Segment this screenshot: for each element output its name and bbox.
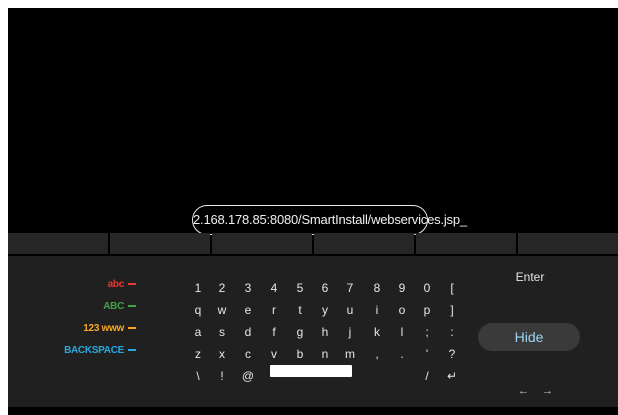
color-bar-icon (128, 327, 136, 330)
key[interactable]: q (186, 302, 210, 318)
key[interactable]: 8 (365, 280, 389, 296)
key[interactable]: 7 (338, 280, 362, 296)
key[interactable]: p (415, 302, 439, 318)
suggestion-slot[interactable] (518, 233, 618, 254)
key[interactable]: n (313, 346, 337, 362)
key[interactable]: i (365, 302, 389, 318)
key[interactable]: [ (440, 280, 464, 296)
key[interactable]: 2 (210, 280, 234, 296)
key[interactable]: : (440, 324, 464, 340)
color-bar-icon (128, 349, 136, 352)
suggestion-slot[interactable] (416, 233, 516, 254)
key[interactable]: ] (440, 302, 464, 318)
key[interactable]: u (338, 302, 362, 318)
key[interactable]: 3 (236, 280, 260, 296)
key[interactable]: / (415, 368, 439, 384)
key[interactable]: ? (440, 346, 464, 362)
mode-key-abc[interactable]: abc (108, 279, 136, 290)
key[interactable]: x (210, 346, 234, 362)
key[interactable]: b (288, 346, 312, 362)
key[interactable]: ; (415, 324, 439, 340)
color-bar-icon (128, 283, 136, 286)
key[interactable]: a (186, 324, 210, 340)
mode-label: ABC (103, 301, 124, 312)
color-bar-icon (128, 305, 136, 308)
key[interactable]: t (288, 302, 312, 318)
key[interactable]: \ (186, 368, 210, 384)
space-key[interactable] (270, 365, 352, 377)
key[interactable]: @ (236, 368, 260, 384)
hide-keyboard-button[interactable]: Hide (478, 323, 580, 351)
suggestion-slot[interactable] (212, 233, 312, 254)
url-input[interactable]: 2.168.178.85:8080/SmartInstall/webservic… (192, 205, 467, 235)
key[interactable]: k (365, 324, 389, 340)
key[interactable]: 6 (313, 280, 337, 296)
left-arrow-icon[interactable]: ← (518, 385, 529, 397)
key[interactable]: v (262, 346, 286, 362)
key[interactable]: 5 (288, 280, 312, 296)
enter-key[interactable]: Enter (500, 270, 560, 284)
key[interactable]: e (236, 302, 260, 318)
key[interactable]: z (186, 346, 210, 362)
key[interactable]: 4 (262, 280, 286, 296)
mode-key-backspace[interactable]: BACKSPACE (64, 345, 136, 356)
mode-label: 123 www (83, 323, 124, 334)
key[interactable]: ↵ (440, 368, 464, 384)
suggestion-slot[interactable] (110, 233, 210, 254)
mode-key-ABC[interactable]: ABC (103, 301, 136, 312)
key[interactable]: l (390, 324, 414, 340)
key[interactable]: y (313, 302, 337, 318)
right-arrow-icon[interactable]: → (542, 385, 553, 397)
suggestion-slot[interactable] (314, 233, 414, 254)
key[interactable]: w (210, 302, 234, 318)
key[interactable]: s (210, 324, 234, 340)
key[interactable]: c (236, 346, 260, 362)
mode-label: BACKSPACE (64, 345, 124, 356)
key[interactable]: d (236, 324, 260, 340)
key[interactable]: h (313, 324, 337, 340)
key[interactable]: 1 (186, 280, 210, 296)
key[interactable]: . (390, 346, 414, 362)
mode-label: abc (107, 279, 125, 290)
key[interactable]: o (390, 302, 414, 318)
mode-key-123-www[interactable]: 123 www (83, 323, 136, 334)
key[interactable]: r (262, 302, 286, 318)
key[interactable]: ! (210, 368, 234, 384)
key[interactable]: f (262, 324, 286, 340)
key[interactable]: 9 (390, 280, 414, 296)
suggestion-bar (8, 233, 618, 254)
key[interactable]: ' (415, 346, 439, 362)
key[interactable]: j (338, 324, 362, 340)
suggestion-slot[interactable] (8, 233, 108, 254)
key[interactable]: g (288, 324, 312, 340)
key[interactable]: 0 (415, 280, 439, 296)
key[interactable]: , (365, 346, 389, 362)
key[interactable]: m (338, 346, 362, 362)
